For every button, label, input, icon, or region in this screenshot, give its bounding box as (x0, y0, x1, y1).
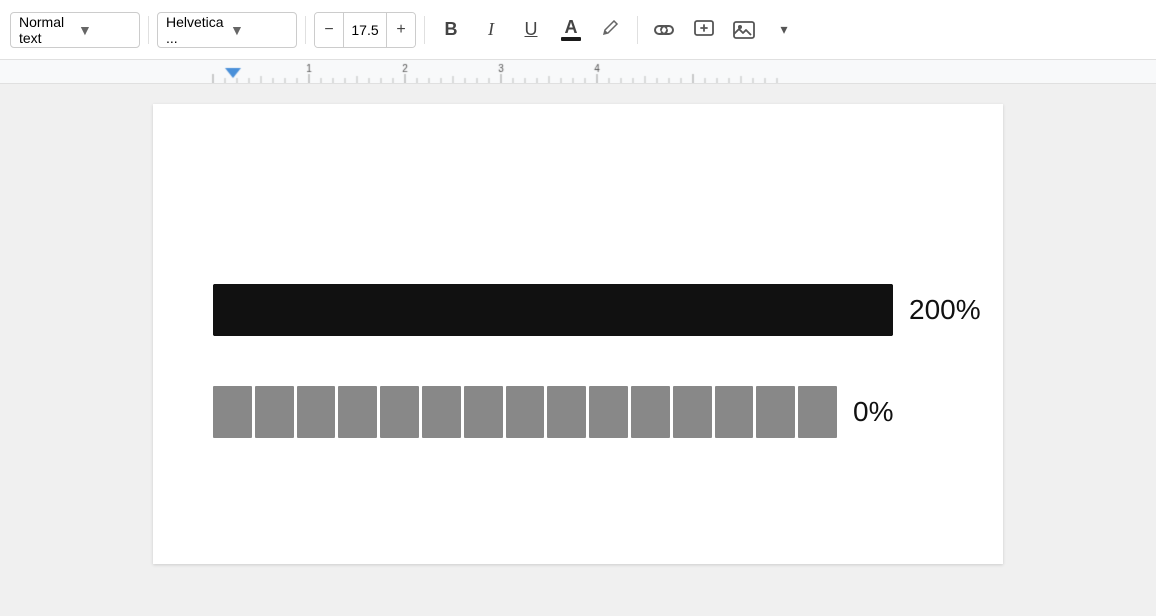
font-size-control: − + (314, 12, 416, 48)
document-page: 200% 0% (153, 104, 1003, 564)
more-options-button[interactable]: ▾ (766, 12, 802, 48)
link-icon (653, 21, 675, 39)
segment (715, 386, 754, 438)
font-label: Helvetica ... (166, 14, 224, 46)
segment (338, 386, 377, 438)
segment (673, 386, 712, 438)
separator-4 (637, 16, 638, 44)
progress-label-1: 200% (909, 294, 999, 326)
document-area: 200% 0% (0, 84, 1156, 584)
ruler-canvas (0, 60, 1156, 84)
toolbar: Normal text ▼ Helvetica ... ▼ − + B I U … (0, 0, 1156, 60)
top-spacer (213, 164, 943, 284)
text-style-arrow: ▼ (78, 22, 131, 38)
progress-bar-1-fill (213, 284, 893, 336)
highlight-button[interactable] (593, 12, 629, 48)
text-style-dropdown[interactable]: Normal text ▼ (10, 12, 140, 48)
italic-button[interactable]: I (473, 12, 509, 48)
segment (756, 386, 795, 438)
segment (631, 386, 670, 438)
segment (506, 386, 545, 438)
separator-3 (424, 16, 425, 44)
font-size-input[interactable] (343, 12, 387, 48)
segmented-bar (213, 386, 837, 438)
segment (589, 386, 628, 438)
progress-row-1: 200% (213, 284, 943, 336)
progress-bar-1-track (213, 284, 893, 336)
segment (255, 386, 294, 438)
progress-label-2: 0% (853, 396, 943, 428)
image-icon (733, 20, 755, 40)
text-color-letter: A (565, 18, 578, 36)
text-style-label: Normal text (19, 14, 72, 46)
chevron-down-icon: ▾ (780, 21, 787, 38)
image-button[interactable] (726, 12, 762, 48)
separator-1 (148, 16, 149, 44)
text-color-bar (561, 37, 581, 41)
font-arrow: ▼ (230, 22, 288, 38)
ruler (0, 60, 1156, 84)
link-button[interactable] (646, 12, 682, 48)
pencil-icon (601, 20, 621, 40)
segment (798, 386, 837, 438)
underline-button[interactable]: U (513, 12, 549, 48)
font-size-decrease-button[interactable]: − (315, 12, 343, 48)
font-size-increase-button[interactable]: + (387, 12, 415, 48)
text-color-button[interactable]: A (553, 12, 589, 48)
bold-button[interactable]: B (433, 12, 469, 48)
insert-comment-icon (693, 19, 715, 41)
segment (547, 386, 586, 438)
separator-2 (305, 16, 306, 44)
segment (464, 386, 503, 438)
segment (380, 386, 419, 438)
progress-bar-1-container (213, 284, 893, 336)
font-dropdown[interactable]: Helvetica ... ▼ (157, 12, 297, 48)
insert-comment-button[interactable] (686, 12, 722, 48)
progress-row-2: 0% (213, 386, 943, 438)
segment (297, 386, 336, 438)
segment (213, 386, 252, 438)
segment (422, 386, 461, 438)
